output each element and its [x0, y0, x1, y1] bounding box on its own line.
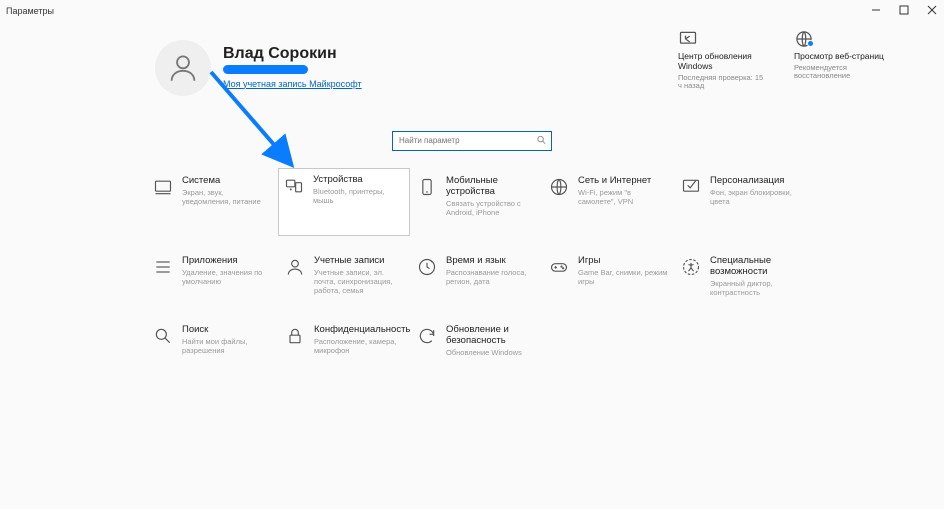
- ms-account-link[interactable]: Моя учетная запись Майкрософт: [223, 79, 362, 89]
- tile-title: Сеть и Интернет: [578, 176, 668, 187]
- sync-icon: [678, 28, 768, 50]
- status-sub: Последняя проверка: 15 ч назад: [678, 74, 768, 91]
- status-title: Просмотр веб-страниц: [794, 52, 884, 62]
- account-name: Влад Сорокин: [223, 45, 362, 63]
- tile-search[interactable]: ПоискНайти мои файлы, разрешения: [148, 319, 276, 363]
- search-icon: [536, 135, 547, 146]
- window-title: Параметры: [6, 6, 54, 16]
- tile-phone[interactable]: Мобильные устройстваСвязать устройство с…: [412, 170, 540, 234]
- minimize-button[interactable]: [868, 2, 884, 18]
- tile-title: Поиск: [182, 325, 272, 336]
- tile-system[interactable]: СистемаЭкран, звук, уведомления, питание: [148, 170, 276, 234]
- person-icon: [284, 256, 306, 278]
- tile-desc: Связать устройство с Android, iPhone: [446, 199, 536, 217]
- globe-icon: [548, 176, 570, 198]
- tile-title: Мобильные устройства: [446, 176, 536, 198]
- tile-title: Учетные записи: [314, 256, 404, 267]
- lock-icon: [284, 325, 306, 347]
- tile-title: Устройства: [313, 175, 405, 186]
- tile-title: Время и язык: [446, 256, 536, 267]
- tile-network[interactable]: Сеть и ИнтернетWi-Fi, режим "в самолете"…: [544, 170, 672, 234]
- tile-title: Обновление и безопасность: [446, 325, 536, 347]
- status-title: Центр обновления Windows: [678, 52, 768, 72]
- tile-desc: Расположение, камера, микрофон: [314, 337, 410, 355]
- tile-title: Персонализация: [710, 176, 800, 187]
- tile-title: Игры: [578, 256, 668, 267]
- devices-icon: [283, 175, 305, 197]
- settings-grid: СистемаЭкран, звук, уведомления, питание…: [148, 170, 808, 363]
- account-email-redacted: [223, 65, 308, 74]
- clock-globe-icon: [416, 256, 438, 278]
- accessibility-icon: [680, 256, 702, 278]
- account-header: Влад Сорокин Моя учетная запись Майкросо…: [155, 40, 362, 96]
- tile-update-security[interactable]: Обновление и безопасностьОбновление Wind…: [412, 319, 540, 363]
- tile-desc: Учетные записи, эл. почта, синхронизация…: [314, 268, 404, 295]
- tile-desc: Game Bar, снимки, режим игры: [578, 268, 668, 286]
- paint-icon: [680, 176, 702, 198]
- tile-desc: Найти мои файлы, разрешения: [182, 337, 272, 355]
- tile-accounts[interactable]: Учетные записиУчетные записи, эл. почта,…: [280, 250, 408, 303]
- tile-time-language[interactable]: Время и языкРаспознавание голоса, регион…: [412, 250, 540, 303]
- tile-desc: Wi-Fi, режим "в самолете", VPN: [578, 188, 668, 206]
- phone-icon: [416, 176, 438, 198]
- tile-desc: Экран, звук, уведомления, питание: [182, 188, 272, 206]
- tile-title: Приложения: [182, 256, 272, 267]
- status-sub: Рекомендуется восстановление: [794, 64, 884, 81]
- tile-desc: Удаление, значения по умолчанию: [182, 268, 272, 286]
- tile-ease-of-access[interactable]: Специальные возможностиЭкранный диктор, …: [676, 250, 804, 303]
- tile-devices[interactable]: УстройстваBluetooth, принтеры, мышь: [279, 169, 409, 235]
- avatar[interactable]: [155, 40, 211, 96]
- tile-desc: Фон, экран блокировки, цвета: [710, 188, 800, 206]
- tile-title: Система: [182, 176, 272, 187]
- status-browser[interactable]: Просмотр веб-страниц Рекомендуется восст…: [794, 28, 884, 91]
- close-button[interactable]: [924, 2, 940, 18]
- tile-desc: Обновление Windows: [446, 348, 536, 357]
- search-box[interactable]: [392, 130, 552, 151]
- tile-desc: Экранный диктор, контрастность: [710, 279, 800, 297]
- search-input[interactable]: [392, 131, 552, 151]
- gamepad-icon: [548, 256, 570, 278]
- globe-icon: [794, 28, 884, 50]
- tile-gaming[interactable]: ИгрыGame Bar, снимки, режим игры: [544, 250, 672, 303]
- tile-desc: Распознавание голоса, регион, дата: [446, 268, 536, 286]
- tile-apps[interactable]: ПриложенияУдаление, значения по умолчани…: [148, 250, 276, 303]
- search-icon: [152, 325, 174, 347]
- maximize-button[interactable]: [896, 2, 912, 18]
- tile-desc: Bluetooth, принтеры, мышь: [313, 187, 405, 205]
- titlebar: Параметры: [0, 0, 944, 22]
- apps-icon: [152, 256, 174, 278]
- tile-personalization[interactable]: ПерсонализацияФон, экран блокировки, цве…: [676, 170, 804, 234]
- tile-title: Конфиденциальность: [314, 325, 410, 336]
- update-icon: [416, 325, 438, 347]
- status-windows-update[interactable]: Центр обновления Windows Последняя прове…: [678, 28, 768, 91]
- tile-privacy[interactable]: КонфиденциальностьРасположение, камера, …: [280, 319, 408, 363]
- tile-title: Специальные возможности: [710, 256, 800, 278]
- display-icon: [152, 176, 174, 198]
